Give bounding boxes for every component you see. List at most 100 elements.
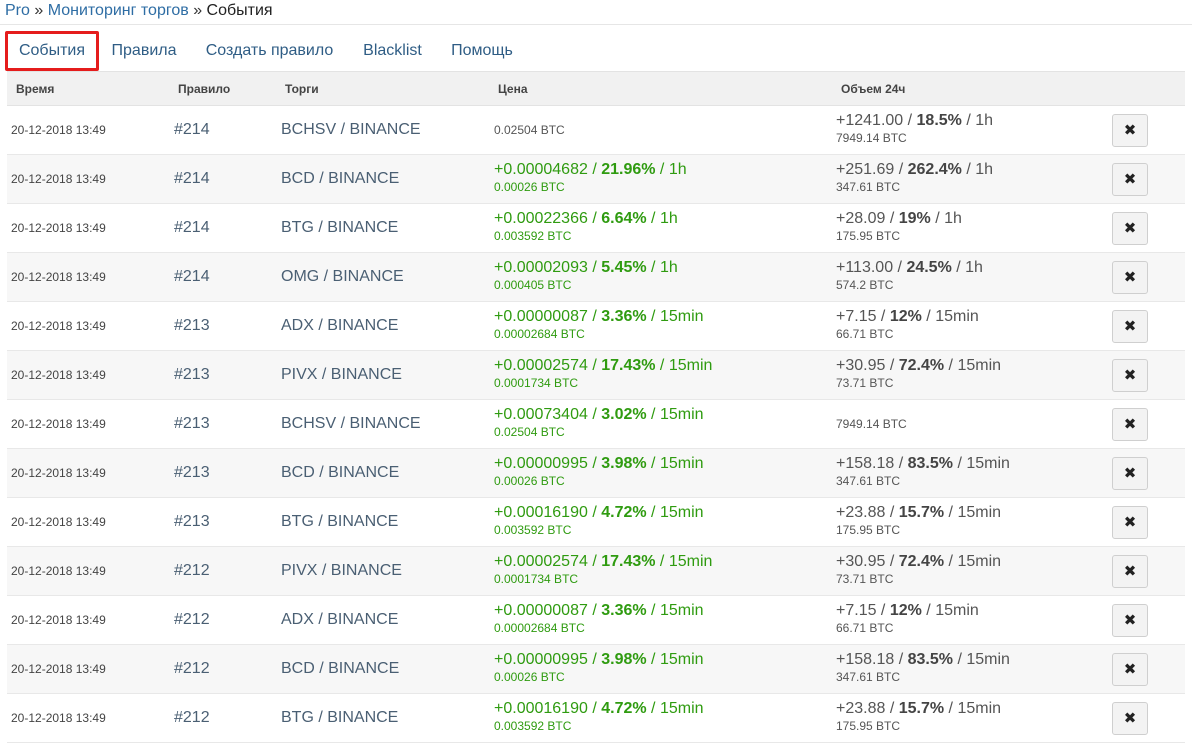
event-time: 20-12-2018 13:49 <box>11 466 106 480</box>
event-time: 20-12-2018 13:49 <box>11 417 106 431</box>
volume-change-line: +23.88 / 15.7% / 15min <box>836 700 1002 717</box>
rule-link[interactable]: #213 <box>174 302 210 350</box>
market-pair-link[interactable]: PIVX / BINANCE <box>281 547 402 595</box>
price-period: 15min <box>668 357 713 374</box>
delete-event-button[interactable]: ✖ <box>1112 506 1148 539</box>
delete-event-button[interactable]: ✖ <box>1112 457 1148 490</box>
market-pair-link[interactable]: BCHSV / BINANCE <box>281 400 421 448</box>
tab-rules[interactable]: Правила <box>103 31 185 71</box>
volume-cell: +30.95 / 72.4% / 15min 73.71 BTC <box>836 552 1001 587</box>
volume-cell: 7949.14 BTC <box>836 400 907 448</box>
price-change-percent: 17.43% <box>601 553 656 570</box>
delete-event-button[interactable]: ✖ <box>1112 310 1148 343</box>
volume-change-line: +28.09 / 19% / 1h <box>836 210 962 227</box>
tab-events[interactable]: События <box>5 31 99 71</box>
rule-link[interactable]: #212 <box>174 596 210 644</box>
table-row: 20-12-2018 13:49 #214 BCHSV / BINANCE 0.… <box>7 106 1185 155</box>
market-pair-link[interactable]: BCD / BINANCE <box>281 449 399 497</box>
price-cell: +0.00004682 / 21.96% / 1h 0.00026 BTC <box>494 160 687 195</box>
column-header-rule[interactable]: Правило <box>178 72 230 106</box>
delete-event-button[interactable]: ✖ <box>1112 653 1148 686</box>
market-pair-link[interactable]: BCHSV / BINANCE <box>281 106 421 154</box>
rule-link[interactable]: #212 <box>174 694 210 742</box>
table-row: 20-12-2018 13:49 #212 ADX / BINANCE +0.0… <box>7 596 1185 645</box>
table-row: 20-12-2018 13:49 #213 ADX / BINANCE +0.0… <box>7 302 1185 351</box>
price-change: +0.00002574 <box>494 553 588 570</box>
volume-value: 175.95 BTC <box>836 523 901 537</box>
market-pair-link[interactable]: OMG / BINANCE <box>281 253 404 301</box>
price-change-line: +0.00000087 / 3.36% / 15min <box>494 308 704 325</box>
column-header-time[interactable]: Время <box>16 72 54 106</box>
delete-event-button[interactable]: ✖ <box>1112 555 1148 588</box>
rule-link[interactable]: #214 <box>174 155 210 203</box>
table-row: 20-12-2018 13:49 #214 BTG / BINANCE +0.0… <box>7 204 1185 253</box>
market-pair-link[interactable]: BTG / BINANCE <box>281 498 398 546</box>
market-pair-link[interactable]: ADX / BINANCE <box>281 596 398 644</box>
market-pair-link[interactable]: BTG / BINANCE <box>281 204 398 252</box>
price-cell: +0.00016190 / 4.72% / 15min 0.003592 BTC <box>494 503 704 538</box>
delete-event-button[interactable]: ✖ <box>1112 702 1148 735</box>
close-icon: ✖ <box>1123 710 1137 727</box>
tab-create-rule[interactable]: Создать правило <box>195 31 344 71</box>
volume-period: 15min <box>957 700 1002 717</box>
price-cell: +0.00002574 / 17.43% / 15min 0.0001734 B… <box>494 356 712 391</box>
market-pair-link[interactable]: ADX / BINANCE <box>281 302 398 350</box>
rule-link[interactable]: #214 <box>174 253 210 301</box>
volume-change: +23.88 <box>836 504 886 521</box>
market-pair-link[interactable]: BTG / BINANCE <box>281 694 398 742</box>
volume-change-percent: 83.5% <box>907 651 953 668</box>
price-change: +0.00016190 <box>494 504 588 521</box>
volume-cell: +251.69 / 262.4% / 1h 347.61 BTC <box>836 160 993 195</box>
delete-event-button[interactable]: ✖ <box>1112 114 1148 147</box>
volume-value: 73.71 BTC <box>836 572 894 586</box>
price-cell: +0.00016190 / 4.72% / 15min 0.003592 BTC <box>494 699 704 734</box>
column-header-pair[interactable]: Торги <box>285 72 319 106</box>
column-header-price[interactable]: Цена <box>498 72 528 106</box>
volume-period: 15min <box>935 602 979 619</box>
volume-period: 1h <box>965 259 983 276</box>
rule-link[interactable]: #214 <box>174 204 210 252</box>
delete-event-button[interactable]: ✖ <box>1112 408 1148 441</box>
volume-value: 7949.14 BTC <box>836 417 907 431</box>
tab-help[interactable]: Помощь <box>441 31 523 71</box>
delete-event-button[interactable]: ✖ <box>1112 604 1148 637</box>
table-row: 20-12-2018 13:49 #213 BCD / BINANCE +0.0… <box>7 449 1185 498</box>
rule-link[interactable]: #212 <box>174 547 210 595</box>
delete-event-button[interactable]: ✖ <box>1112 261 1148 294</box>
price-change-percent: 3.36% <box>601 602 647 619</box>
price-value: 0.02504 BTC <box>494 425 565 439</box>
market-pair-link[interactable]: BCD / BINANCE <box>281 645 399 693</box>
event-time: 20-12-2018 13:49 <box>11 270 106 284</box>
close-icon: ✖ <box>1123 465 1137 482</box>
volume-change-line: +23.88 / 15.7% / 15min <box>836 504 1002 521</box>
rule-link[interactable]: #214 <box>174 106 210 154</box>
delete-event-button[interactable]: ✖ <box>1112 163 1148 196</box>
delete-event-button[interactable]: ✖ <box>1112 212 1148 245</box>
tab-blacklist[interactable]: Blacklist <box>354 31 431 71</box>
breadcrumb-link-monitoring[interactable]: Мониторинг торгов <box>48 2 189 19</box>
rule-link[interactable]: #213 <box>174 400 210 448</box>
volume-change-percent: 83.5% <box>907 455 953 472</box>
price-change-percent: 6.64% <box>601 210 647 227</box>
volume-change: +7.15 <box>836 308 877 325</box>
volume-change-line: +7.15 / 12% / 15min <box>836 308 979 325</box>
breadcrumb-link-pro[interactable]: Pro <box>5 2 30 19</box>
delete-event-button[interactable]: ✖ <box>1112 359 1148 392</box>
volume-value: 347.61 BTC <box>836 670 901 684</box>
rule-link[interactable]: #212 <box>174 645 210 693</box>
tab-bar: События Правила Создать правило Blacklis… <box>0 31 1192 71</box>
price-period: 15min <box>668 553 713 570</box>
close-icon: ✖ <box>1123 269 1137 286</box>
rule-link[interactable]: #213 <box>174 449 210 497</box>
rule-link[interactable]: #213 <box>174 498 210 546</box>
volume-change-line: +1241.00 / 18.5% / 1h <box>836 112 994 129</box>
price-change-line: +0.00016190 / 4.72% / 15min <box>494 700 704 717</box>
rule-link[interactable]: #213 <box>174 351 210 399</box>
column-header-volume[interactable]: Объем 24ч <box>841 72 905 106</box>
market-pair-link[interactable]: BCD / BINANCE <box>281 155 399 203</box>
volume-value: 175.95 BTC <box>836 719 901 733</box>
price-change: +0.00000995 <box>494 651 588 668</box>
market-pair-link[interactable]: PIVX / BINANCE <box>281 351 402 399</box>
event-time: 20-12-2018 13:49 <box>11 613 106 627</box>
volume-value: 574.2 BTC <box>836 278 894 292</box>
